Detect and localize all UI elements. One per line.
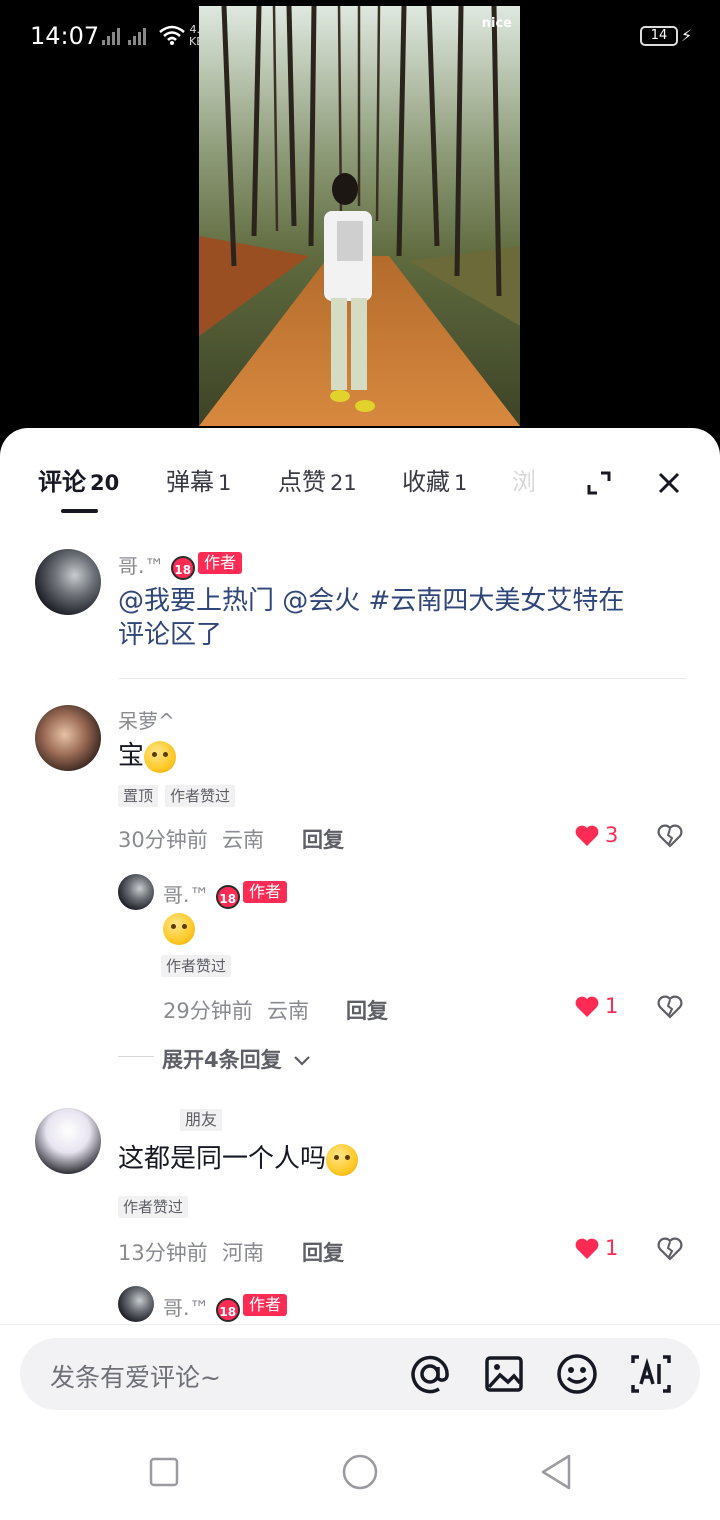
heart-icon[interactable] bbox=[572, 992, 602, 1022]
author-tag: 作者 bbox=[243, 1294, 288, 1316]
reply-text[interactable] bbox=[163, 913, 195, 945]
emoji-icon[interactable] bbox=[555, 1352, 599, 1396]
comment-sheet: 评论 20 弹幕 1 点赞 21 收藏 1 浏 哥.™ 18 作者 @我要上热门… bbox=[0, 428, 720, 1520]
forest-path-image bbox=[199, 6, 520, 426]
comment-text[interactable]: 这都是同一个人吗 bbox=[118, 1142, 359, 1176]
tab-overflow-hint[interactable]: 浏 bbox=[512, 462, 536, 497]
avatar[interactable] bbox=[35, 705, 101, 771]
close-icon[interactable] bbox=[652, 466, 686, 500]
tab-label: 评论 bbox=[38, 468, 86, 496]
post-photo[interactable]: nice bbox=[199, 6, 520, 426]
comment-input[interactable]: 发条有爱评论~ bbox=[20, 1338, 700, 1410]
avatar[interactable] bbox=[35, 549, 101, 615]
watermark-logo: nice bbox=[481, 16, 512, 31]
reply-button[interactable]: 回复 bbox=[346, 995, 388, 1025]
comment-username[interactable]: 哥.™ 18 bbox=[118, 550, 195, 580]
tab-count: 1 bbox=[218, 471, 232, 495]
reply-time: 29分钟前 bbox=[163, 999, 253, 1023]
heart-icon[interactable] bbox=[572, 1234, 602, 1264]
ai-icon[interactable] bbox=[629, 1352, 673, 1396]
battery-indicator: 14 bbox=[640, 26, 678, 46]
heart-icon[interactable] bbox=[572, 821, 602, 851]
tab-label: 收藏 bbox=[402, 468, 450, 496]
avatar[interactable] bbox=[35, 1108, 101, 1174]
broken-heart-icon[interactable] bbox=[655, 821, 685, 851]
active-tab-indicator bbox=[61, 509, 98, 513]
recents-icon[interactable] bbox=[146, 1454, 182, 1490]
like-count: 3 bbox=[605, 823, 619, 847]
reply-location: 云南 bbox=[267, 999, 309, 1023]
expand-icon[interactable] bbox=[582, 466, 616, 500]
tab-likes[interactable]: 点赞 21 bbox=[278, 462, 357, 497]
comment-input-placeholder: 发条有爱评论~ bbox=[50, 1363, 221, 1392]
tab-bar: 评论 20 弹幕 1 点赞 21 收藏 1 浏 bbox=[0, 428, 720, 528]
comment-location: 河南 bbox=[222, 1241, 264, 1265]
surprised-emoji-icon bbox=[163, 913, 195, 945]
age-18-badge: 18 bbox=[215, 884, 240, 909]
author-tag: 作者 bbox=[198, 552, 243, 574]
tab-comments[interactable]: 评论 20 bbox=[38, 462, 119, 497]
expand-line bbox=[118, 1056, 154, 1057]
avatar[interactable] bbox=[118, 1286, 154, 1322]
author-tag: 作者 bbox=[243, 881, 288, 903]
author-liked-tag: 作者赞过 bbox=[165, 785, 236, 807]
post-caption-text: @我要上热门 @会火 #云南四大美女艾特在 评论区了 bbox=[118, 584, 624, 652]
avatar[interactable] bbox=[118, 874, 154, 910]
comment-text-content: 宝 bbox=[118, 741, 145, 771]
wink-emoji-icon bbox=[144, 740, 177, 773]
tab-danmaku[interactable]: 弹幕 1 bbox=[166, 462, 231, 497]
comment-time: 13分钟前 bbox=[118, 1241, 208, 1265]
expand-replies-label: 展开4条回复 bbox=[162, 1048, 282, 1072]
comment-time: 30分钟前 bbox=[118, 828, 208, 852]
status-time: 14:07 bbox=[30, 22, 100, 50]
friend-tag: 朋友 bbox=[180, 1109, 223, 1131]
age-18-badge: 18 bbox=[170, 555, 195, 580]
author-liked-tag: 作者赞过 bbox=[161, 955, 232, 977]
tab-favorites[interactable]: 收藏 1 bbox=[402, 462, 467, 497]
caption-line[interactable]: @我要上热门 @会火 #云南四大美女艾特在 bbox=[118, 584, 624, 618]
tab-count: 20 bbox=[90, 471, 120, 495]
comment-text[interactable]: 宝 bbox=[118, 739, 177, 773]
reply-button[interactable]: 回复 bbox=[302, 824, 344, 854]
at-icon[interactable] bbox=[408, 1352, 452, 1396]
signal-icon bbox=[102, 28, 146, 45]
reply-username[interactable]: 哥.™ 18 bbox=[163, 1292, 240, 1322]
caption-line: 评论区了 bbox=[118, 620, 223, 650]
age-18-badge: 18 bbox=[215, 1297, 240, 1322]
comment-username[interactable]: 呆萝^ bbox=[118, 705, 175, 734]
charging-icon: ⚡ bbox=[681, 26, 693, 45]
smile-emoji-icon bbox=[326, 1143, 359, 1176]
reply-username[interactable]: 哥.™ 18 bbox=[163, 879, 240, 909]
image-icon[interactable] bbox=[482, 1352, 526, 1396]
broken-heart-icon[interactable] bbox=[655, 1234, 685, 1264]
pinned-tag: 置顶 bbox=[118, 785, 159, 807]
like-count: 1 bbox=[605, 994, 619, 1018]
username-text: 哥.™ bbox=[163, 883, 210, 907]
tab-count: 21 bbox=[330, 471, 357, 495]
author-liked-tag: 作者赞过 bbox=[118, 1196, 189, 1218]
comment-location: 云南 bbox=[222, 828, 264, 852]
broken-heart-icon[interactable] bbox=[655, 992, 685, 1022]
expand-replies-button[interactable]: 展开4条回复 bbox=[162, 1044, 311, 1074]
username-text: 哥.™ bbox=[163, 1296, 210, 1320]
tab-count: 1 bbox=[454, 471, 468, 495]
home-icon[interactable] bbox=[340, 1452, 380, 1492]
username-text: 哥.™ bbox=[118, 554, 165, 578]
chevron-down-icon bbox=[294, 1056, 310, 1066]
divider bbox=[118, 678, 686, 679]
system-nav-bar bbox=[0, 1430, 720, 1520]
reply-button[interactable]: 回复 bbox=[302, 1237, 344, 1267]
back-icon[interactable] bbox=[536, 1452, 576, 1492]
tab-label: 弹幕 bbox=[166, 468, 214, 496]
like-count: 1 bbox=[605, 1236, 619, 1260]
comment-text-content: 这都是同一个人吗 bbox=[118, 1144, 327, 1174]
wifi-icon bbox=[159, 25, 185, 45]
tab-label: 点赞 bbox=[278, 468, 326, 496]
